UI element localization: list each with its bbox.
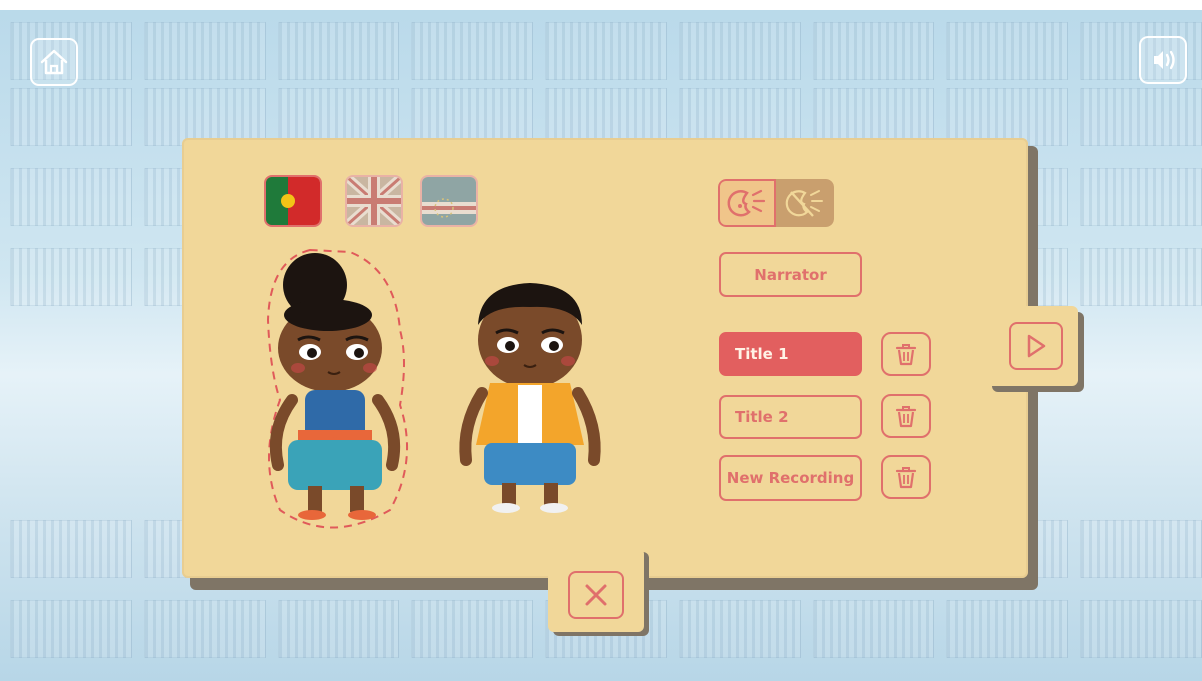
flag-uk[interactable] bbox=[345, 175, 403, 227]
narrator-label: Narrator bbox=[754, 265, 827, 284]
recording-label: New Recording bbox=[726, 469, 855, 487]
home-button[interactable] bbox=[30, 38, 78, 86]
delete-title-1-button[interactable] bbox=[881, 332, 931, 376]
sound-icon bbox=[1154, 50, 1175, 70]
trash-icon bbox=[895, 406, 917, 428]
uk-flag-icon bbox=[347, 177, 401, 225]
sound-button[interactable] bbox=[1139, 36, 1187, 84]
play-button[interactable] bbox=[986, 306, 1078, 386]
close-icon bbox=[585, 584, 607, 606]
boy-character[interactable] bbox=[450, 275, 610, 525]
speak-mode-button[interactable] bbox=[718, 179, 776, 227]
recording-label: Title 1 bbox=[735, 345, 789, 363]
flag-cape-verde[interactable] bbox=[420, 175, 478, 227]
speak-icon bbox=[727, 189, 766, 217]
recording-title-1[interactable]: Title 1 bbox=[719, 332, 862, 376]
home-icon bbox=[40, 49, 68, 75]
delete-title-2-button[interactable] bbox=[881, 394, 931, 438]
mute-mode-button[interactable] bbox=[776, 179, 834, 227]
portugal-flag-icon bbox=[266, 177, 320, 225]
mode-toggle bbox=[718, 179, 834, 227]
mute-speak-icon bbox=[785, 190, 823, 217]
play-icon bbox=[1027, 334, 1046, 358]
trash-icon bbox=[895, 467, 917, 489]
recording-new[interactable]: New Recording bbox=[719, 455, 862, 501]
top-edge bbox=[0, 0, 1202, 10]
flag-portugal[interactable] bbox=[264, 175, 322, 227]
delete-new-recording-button[interactable] bbox=[881, 455, 931, 499]
cape-verde-flag-icon bbox=[422, 177, 476, 225]
narrator-button[interactable]: Narrator bbox=[719, 252, 862, 297]
trash-icon bbox=[895, 344, 917, 366]
recording-title-2[interactable]: Title 2 bbox=[719, 395, 862, 439]
close-button[interactable] bbox=[548, 548, 644, 632]
recording-label: Title 2 bbox=[735, 408, 789, 426]
girl-character[interactable] bbox=[250, 240, 430, 540]
